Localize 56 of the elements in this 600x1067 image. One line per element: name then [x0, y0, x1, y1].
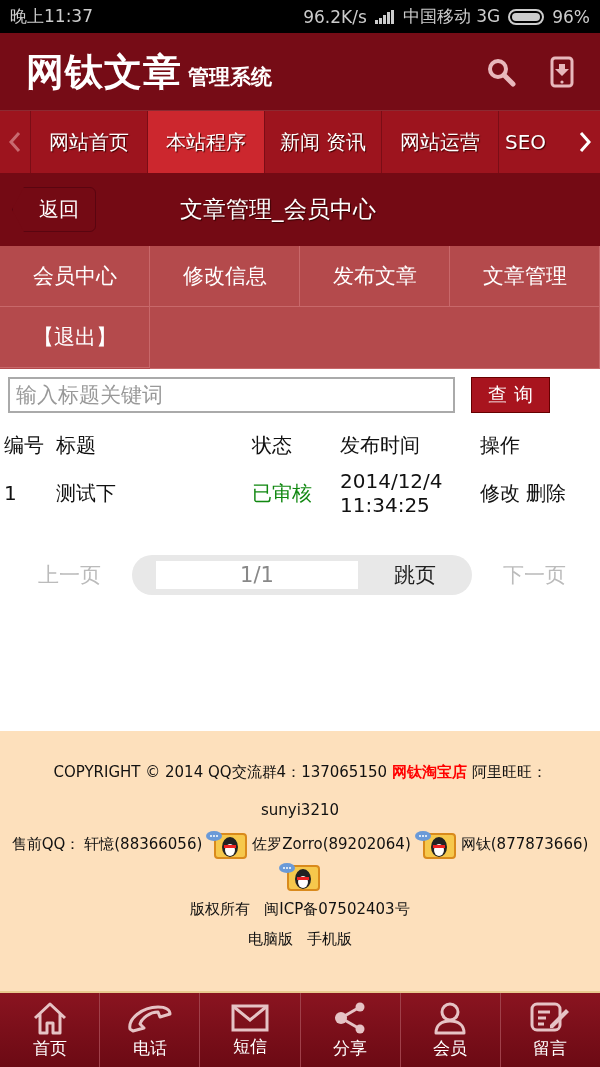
search-field[interactable]: 输入标题关键词	[8, 377, 455, 413]
column-header: 操作	[480, 431, 521, 459]
home-icon	[31, 1000, 68, 1035]
battery-icon	[508, 8, 545, 25]
status-text: 已审核	[252, 479, 313, 507]
status-time: 晚上11:37	[10, 5, 93, 28]
copyright-text: COPYRIGHT © 2014 QQ交流群4：137065150 网钛淘宝店 阿里旺旺：sunyi3210	[52, 762, 548, 821]
bottom-nav-item[interactable]: 电话	[100, 993, 201, 1067]
bottom-nav-item[interactable]: 会员	[400, 993, 501, 1067]
carrier-name: 中国移动 3G	[402, 5, 501, 28]
icp-number: 闽ICP备07502403号	[264, 899, 410, 920]
signal-icon	[374, 9, 395, 24]
battery-level: 96%	[552, 6, 590, 27]
nav-tab[interactable]: 本站程序	[147, 111, 264, 173]
menu-item[interactable]: 文章管理	[450, 246, 600, 307]
column-header: 状态	[252, 431, 293, 459]
mail-icon	[230, 1002, 269, 1033]
logo-title: 网钛文章	[26, 52, 182, 91]
page-number-field[interactable]: 1/1	[156, 561, 358, 589]
bottom-nav-item[interactable]: 首页	[0, 993, 101, 1067]
menu-item[interactable]: 发布文章	[300, 246, 450, 307]
phone-download-icon[interactable]	[550, 55, 574, 88]
table-cell-text: 2014/12/4 11:34:25	[340, 469, 444, 517]
column-header: 标题	[56, 431, 97, 459]
presales-label: 售前QQ：	[11, 834, 81, 854]
jump-button[interactable]: 跳页	[358, 560, 472, 590]
version-link[interactable]: 电脑版	[248, 927, 293, 951]
user-icon	[433, 1000, 468, 1035]
chevron-right-icon[interactable]	[578, 130, 592, 154]
penguin-chat-icon[interactable]	[206, 829, 249, 859]
table-cell-text: 测试下	[56, 479, 117, 507]
penguin-chat-icon[interactable]	[279, 861, 321, 891]
action-link[interactable]: 删除	[526, 479, 566, 507]
bottom-nav-item[interactable]: 分享	[300, 993, 401, 1067]
menu-item[interactable]: 【退出】	[0, 307, 150, 368]
version-link[interactable]: 手机版	[307, 927, 352, 951]
bottom-nav-item[interactable]: 留言	[500, 993, 600, 1067]
qq-contact: 佐罗Zorro(89202064)	[252, 834, 411, 854]
column-header: 发布时间	[340, 431, 421, 459]
back-button[interactable]: 返回	[12, 187, 96, 232]
bottom-nav-item[interactable]: 短信	[200, 993, 301, 1067]
menu-item[interactable]: 会员中心	[0, 246, 150, 307]
column-header: 编号	[4, 431, 45, 459]
table-cell-text: 1	[4, 481, 18, 505]
action-link[interactable]: 修改	[480, 479, 520, 507]
page-title: 文章管理_会员中心	[180, 195, 376, 224]
penguin-chat-icon[interactable]	[414, 829, 457, 859]
qq-contact: 轩憶(88366056)	[84, 834, 203, 854]
logo-subtitle: 管理系统	[188, 63, 272, 91]
qq-contact: 网钛(877873666)	[460, 834, 589, 854]
note-edit-icon	[530, 1000, 571, 1035]
search-icon[interactable]	[486, 56, 516, 87]
search-button[interactable]: 查 询	[471, 377, 550, 413]
network-speed: 96.2K/s	[303, 6, 367, 27]
copyright-notice: 版权所有	[190, 899, 251, 920]
menu-item[interactable]: 修改信息	[150, 246, 300, 307]
